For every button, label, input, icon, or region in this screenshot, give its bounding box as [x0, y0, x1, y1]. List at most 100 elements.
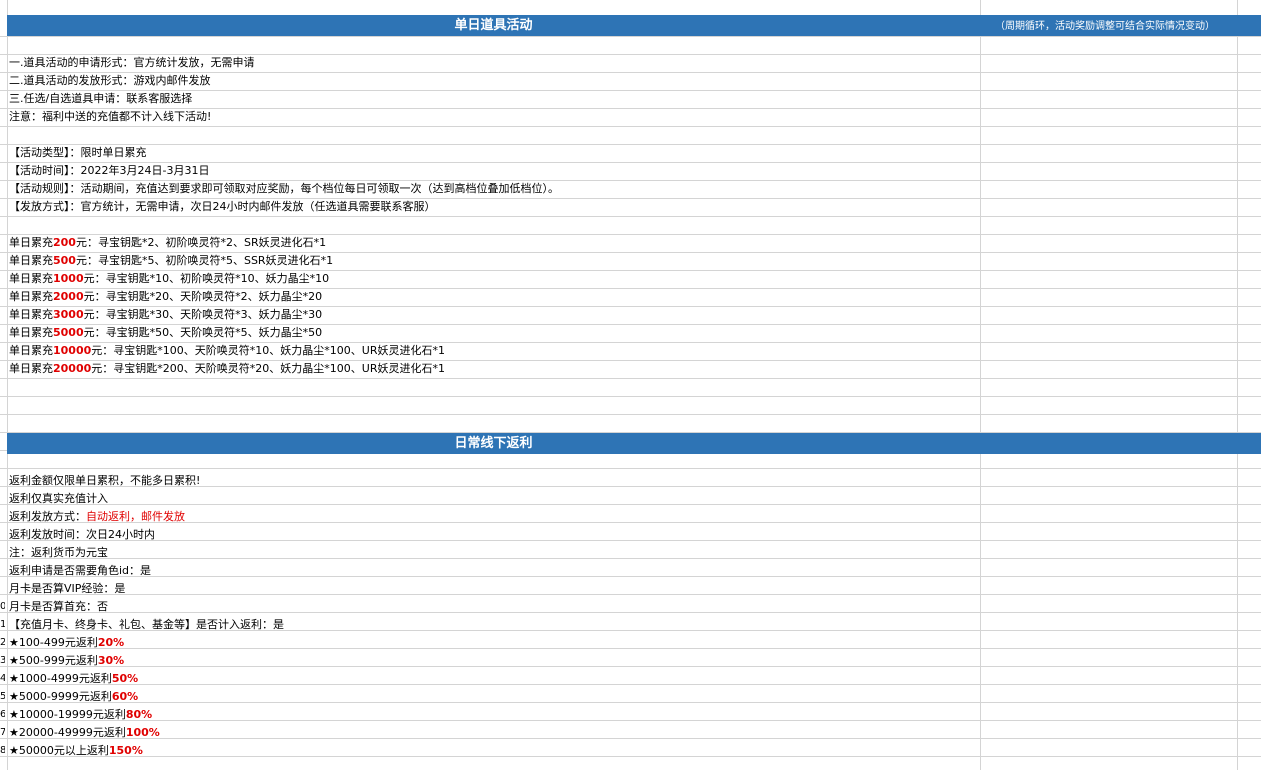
rebate-range: ★100-499元返利	[9, 636, 98, 649]
rebate-rule-row: 返利发放时间：次日24小时内	[9, 528, 155, 541]
tier-rewards: ：寻宝钥匙*2、初阶唤灵符*2、SR妖灵进化石*1	[86, 236, 327, 249]
row-number: 3	[0, 655, 5, 666]
rebate-rule-row: 月卡是否算VIP经验：是	[9, 582, 126, 595]
rebate-tier-row: ★10000-19999元返利80%	[9, 706, 152, 724]
row-gridline	[0, 612, 1261, 613]
rebate-range: ★5000-9999元返利	[9, 690, 112, 703]
rebate-range: ★10000-19999元返利	[9, 708, 126, 721]
tier-row: 单日累充10000元：寻宝钥匙*100、天阶唤灵符*10、妖力晶尘*100、UR…	[9, 342, 445, 360]
rebate-rule-row: 返利仅真实充值计入	[9, 492, 108, 505]
column-gridline	[980, 0, 981, 770]
row-gridline	[0, 378, 1261, 379]
rebate-rule-row: 注：返利货币为元宝	[9, 546, 108, 559]
row-number: 7	[0, 727, 5, 738]
tier-unit: 元	[83, 272, 95, 285]
tier-row: 单日累充500元：寻宝钥匙*5、初阶唤灵符*5、SSR妖灵进化石*1	[9, 252, 333, 270]
tier-row: 单日累充2000元：寻宝钥匙*20、天阶唤灵符*2、妖力晶尘*20	[9, 288, 322, 306]
tier-unit: 元	[83, 290, 95, 303]
row-gridline	[0, 216, 1261, 217]
tier-row: 单日累充1000元：寻宝钥匙*10、初阶唤灵符*10、妖力晶尘*10	[9, 270, 329, 288]
tier-unit: 元	[91, 362, 103, 375]
rebate-rule-row: 【充值月卡、终身卡、礼包、基金等】是否计入返利：是	[9, 618, 284, 631]
activity-row: 【发放方式】：官方统计，无需申请，次日24小时内邮件发放（任选道具需要联系客服）	[9, 200, 436, 213]
activity-row: 【活动类型】：限时单日累充	[9, 146, 147, 159]
rebate-tier-row: ★50000元以上返利150%	[9, 742, 143, 760]
rule-row: 一.道具活动的申请形式：官方统计发放，无需申请	[9, 56, 255, 69]
row-number: 4	[0, 673, 5, 684]
rebate-range: ★1000-4999元返利	[9, 672, 112, 685]
row-number: 8	[0, 745, 5, 756]
tier-amount: 500	[53, 254, 76, 267]
row-gridline	[0, 576, 1261, 577]
row-gridline	[0, 684, 1261, 685]
tier-rewards: ：寻宝钥匙*20、天阶唤灵符*2、妖力晶尘*20	[94, 290, 323, 303]
tier-amount: 20000	[53, 362, 92, 375]
tier-amount: 10000	[53, 344, 92, 357]
activity-row: 【活动时间】：2022年3月24日-3月31日	[9, 164, 210, 177]
rebate-range: ★500-999元返利	[9, 654, 98, 667]
rebate-percent: 20%	[97, 636, 125, 649]
row-gridline	[0, 756, 1261, 757]
tier-unit: 元	[83, 326, 95, 339]
tier-unit: 元	[83, 308, 95, 321]
tier-rewards: ：寻宝钥匙*5、初阶唤灵符*5、SSR妖灵进化石*1	[86, 254, 334, 267]
rebate-percent: 30%	[97, 654, 125, 667]
rebate-tier-row: ★100-499元返利20%	[9, 634, 124, 652]
rebate-tier-row: ★20000-49999元返利100%	[9, 724, 160, 742]
section-title: 日常线下返利	[454, 436, 533, 451]
tier-rewards: ：寻宝钥匙*10、初阶唤灵符*10、妖力晶尘*10	[94, 272, 330, 285]
row-number: 1	[0, 619, 5, 630]
tier-prefix: 单日累充	[9, 326, 53, 339]
section-title: 单日道具活动	[454, 18, 533, 33]
section-banner-daily-rebate: 日常线下返利	[7, 433, 1261, 454]
dispatch-label: 返利发放方式：	[9, 510, 86, 523]
column-gridline	[7, 0, 8, 770]
rebate-rule-row: 返利金额仅限单日累积，不能多日累积!	[9, 474, 201, 487]
rebate-dispatch-row: 返利发放方式：自动返利，邮件发放	[9, 508, 185, 526]
activity-row: 【活动规则】：活动期间，充值达到要求即可领取对应奖励，每个档位每日可领取一次（达…	[9, 182, 559, 195]
tier-prefix: 单日累充	[9, 290, 53, 303]
tier-prefix: 单日累充	[9, 362, 53, 375]
row-gridline	[0, 540, 1261, 541]
rebate-tier-row: ★5000-9999元返利60%	[9, 688, 138, 706]
column-gridline	[1237, 0, 1238, 770]
rebate-percent: 150%	[108, 744, 143, 757]
dispatch-value: 自动返利，邮件发放	[86, 510, 185, 523]
row-gridline	[0, 504, 1261, 505]
rebate-percent: 80%	[125, 708, 153, 721]
tier-row: 单日累充5000元：寻宝钥匙*50、天阶唤灵符*5、妖力晶尘*50	[9, 324, 322, 342]
tier-row: 单日累充20000元：寻宝钥匙*200、天阶唤灵符*20、妖力晶尘*100、UR…	[9, 360, 445, 378]
rebate-rule-row: 返利申请是否需要角色id：是	[9, 564, 152, 577]
row-gridline	[0, 414, 1261, 415]
tier-unit: 元	[75, 254, 87, 267]
rebate-range: ★20000-49999元返利	[9, 726, 126, 739]
rule-row: 三.任选/自选道具申请：联系客服选择	[9, 92, 193, 105]
tier-row: 单日累充3000元：寻宝钥匙*30、天阶唤灵符*3、妖力晶尘*30	[9, 306, 322, 324]
tier-rewards: ：寻宝钥匙*30、天阶唤灵符*3、妖力晶尘*30	[94, 308, 323, 321]
row-number: 5	[0, 691, 5, 702]
tier-amount: 3000	[53, 308, 84, 321]
rebate-tier-row: ★1000-4999元返利50%	[9, 670, 138, 688]
row-gridline	[0, 720, 1261, 721]
row-gridline	[0, 36, 1261, 37]
row-gridline	[0, 594, 1261, 595]
row-gridline	[0, 468, 1261, 469]
row-gridline	[0, 396, 1261, 397]
tier-prefix: 单日累充	[9, 254, 53, 267]
row-gridline	[0, 738, 1261, 739]
row-number: 0	[0, 601, 5, 612]
rule-row: 注意：福利中送的充值都不计入线下活动!	[9, 110, 212, 123]
row-gridline	[0, 558, 1261, 559]
tier-prefix: 单日累充	[9, 272, 53, 285]
rebate-range: ★50000元以上返利	[9, 744, 109, 757]
row-gridline	[0, 144, 1261, 145]
tier-rewards: ：寻宝钥匙*100、天阶唤灵符*10、妖力晶尘*100、UR妖灵进化石*1	[102, 344, 445, 357]
tier-amount: 200	[53, 236, 76, 249]
tier-amount: 2000	[53, 290, 84, 303]
row-gridline	[0, 702, 1261, 703]
tier-prefix: 单日累充	[9, 344, 53, 357]
rebate-rule-row: 月卡是否算首充：否	[9, 600, 108, 613]
tier-rewards: ：寻宝钥匙*50、天阶唤灵符*5、妖力晶尘*50	[94, 326, 323, 339]
rebate-percent: 100%	[125, 726, 160, 739]
rebate-percent: 50%	[111, 672, 139, 685]
